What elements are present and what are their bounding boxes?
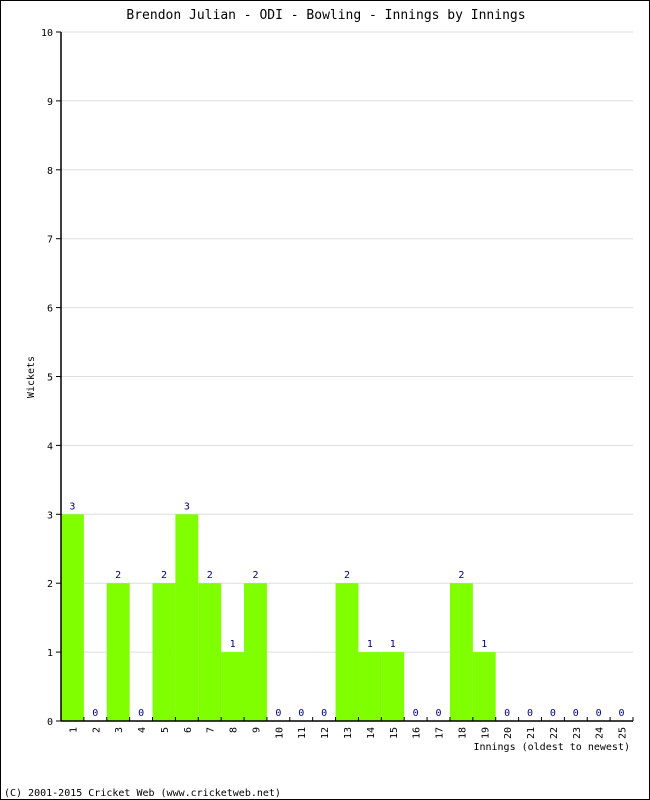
x-tick-label: 17 <box>435 727 446 739</box>
value-label: 3 <box>184 501 190 512</box>
value-label: 0 <box>436 708 442 719</box>
x-tick-label: 11 <box>297 727 308 739</box>
bars <box>61 514 496 721</box>
value-label: 2 <box>252 570 258 581</box>
y-tick-label: 5 <box>47 373 53 384</box>
bar <box>106 583 130 721</box>
bar <box>61 514 84 721</box>
x-tick-label: 14 <box>366 727 377 739</box>
value-label: 2 <box>344 570 350 581</box>
x-tick-labels: 1 2 3 4 5 6 7 8 9 10 11 12 13 14 15 16 17 18 19 20 21 22 23 24 2… <box>68 727 628 739</box>
value-label: 0 <box>413 708 419 719</box>
x-tick-label: 6 <box>183 727 194 733</box>
y-tick-label: 1 <box>47 648 53 659</box>
chart-title: Brendon Julian - ODI - Bowling - Innings… <box>126 8 525 23</box>
x-tick-label: 4 <box>137 727 148 733</box>
bar <box>152 583 176 721</box>
x-tick-label: 19 <box>480 727 491 739</box>
value-label: 1 <box>230 639 236 650</box>
value-label: 1 <box>390 639 396 650</box>
bar <box>358 652 382 721</box>
x-tick-label: 12 <box>320 727 331 739</box>
x-tick-label: 23 <box>572 727 583 739</box>
value-label: 0 <box>275 708 281 719</box>
value-label: 0 <box>504 708 510 719</box>
x-tick-label: 3 <box>114 727 125 733</box>
gridlines <box>61 31 633 653</box>
x-tick-label: 2 <box>91 727 102 733</box>
x-axis-label: Innings (oldest to newest) <box>473 742 630 753</box>
y-tick-label: 2 <box>47 579 53 590</box>
y-tick-label: 3 <box>47 510 53 521</box>
value-label: 2 <box>161 570 167 581</box>
value-label: 1 <box>481 639 487 650</box>
x-tick-label: 13 <box>343 727 354 739</box>
x-tick-label: 25 <box>618 727 629 739</box>
x-tick-label: 15 <box>389 727 400 739</box>
value-label: 1 <box>367 639 373 650</box>
value-label: 2 <box>207 570 213 581</box>
y-tick-label: 7 <box>47 235 53 246</box>
x-tick-label: 18 <box>457 727 468 739</box>
x-tick-label: 9 <box>251 727 262 733</box>
x-tick-label: 10 <box>274 727 285 739</box>
y-tick-label: 9 <box>47 97 53 108</box>
value-label: 0 <box>596 708 602 719</box>
value-label: 2 <box>115 570 121 581</box>
x-tick-label: 5 <box>160 727 171 733</box>
value-label: 0 <box>527 708 533 719</box>
value-label: 0 <box>138 708 144 719</box>
bar <box>244 583 267 721</box>
value-label: 0 <box>619 708 625 719</box>
value-label: 3 <box>69 501 75 512</box>
x-tick-label: 22 <box>549 727 560 739</box>
y-tick-label: 4 <box>47 441 53 452</box>
y-tick-label: 6 <box>47 304 53 315</box>
value-label: 0 <box>321 708 327 719</box>
x-tick-label: 21 <box>526 727 537 739</box>
x-tick-label: 20 <box>503 727 514 739</box>
y-tick-label: 10 <box>41 28 53 39</box>
bar <box>472 652 496 721</box>
x-tick-label: 24 <box>595 727 606 739</box>
chart-frame: Brendon Julian - ODI - Bowling - Innings… <box>0 0 650 800</box>
y-axis-label: Wickets <box>26 356 37 398</box>
bar <box>449 583 473 721</box>
bar <box>381 652 405 721</box>
value-label: 2 <box>458 570 464 581</box>
bar <box>175 514 199 721</box>
y-tick-label: 0 <box>47 717 53 728</box>
y-tick-label: 8 <box>47 166 53 177</box>
x-tick-label: 16 <box>412 727 423 739</box>
x-tick-label: 8 <box>229 727 240 733</box>
value-label: 0 <box>573 708 579 719</box>
bar <box>221 652 245 721</box>
value-label: 0 <box>298 708 304 719</box>
x-tick-label: 1 <box>68 727 79 733</box>
bar <box>335 583 359 721</box>
bar <box>198 583 222 721</box>
x-tick-label: 7 <box>206 727 217 733</box>
bar-chart: Brendon Julian - ODI - Bowling - Innings… <box>4 8 634 799</box>
value-label: 0 <box>92 708 98 719</box>
copyright-footer: (C) 2001-2015 Cricket Web (www.cricketwe… <box>4 788 281 799</box>
value-label: 0 <box>550 708 556 719</box>
y-tick-labels: 0 1 2 3 4 5 6 7 8 9 10 <box>41 28 53 728</box>
